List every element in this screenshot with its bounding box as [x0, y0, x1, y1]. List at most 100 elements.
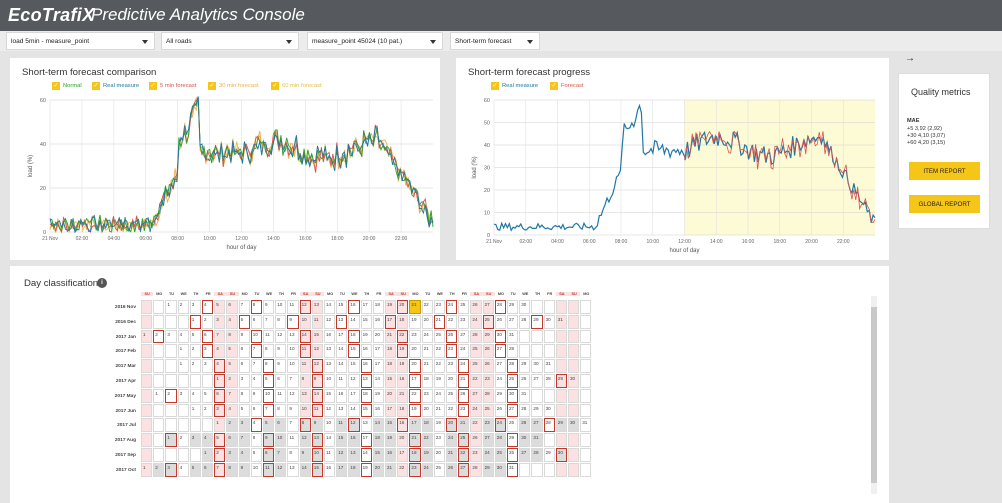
- calendar-day[interactable]: 19: [433, 418, 445, 433]
- calendar-day[interactable]: 25: [433, 462, 445, 477]
- calendar-day[interactable]: 3: [189, 300, 201, 314]
- calendar-day[interactable]: 28: [482, 388, 494, 403]
- calendar-day[interactable]: 21: [458, 374, 470, 388]
- comparison-chart[interactable]: 020406021 Nov 02:00 04:00 06:00 08:00 10:00 12…: [10, 90, 440, 260]
- calendar-day[interactable]: 26: [482, 344, 494, 359]
- calendar-day[interactable]: 4: [226, 403, 238, 418]
- calendar-day[interactable]: 30: [555, 448, 567, 462]
- calendar-day[interactable]: 28: [519, 314, 531, 329]
- calendar-day[interactable]: 20: [421, 403, 433, 418]
- calendar-day[interactable]: 19: [409, 403, 421, 418]
- calendar-day[interactable]: 1: [177, 359, 189, 373]
- calendar-day[interactable]: 9: [287, 403, 299, 418]
- calendar-day[interactable]: 21: [421, 344, 433, 359]
- calendar-day[interactable]: 4: [226, 314, 238, 329]
- calendar-day[interactable]: 22: [470, 374, 482, 388]
- calendar-day[interactable]: 19: [385, 300, 397, 314]
- calendar-day[interactable]: 27: [507, 314, 519, 329]
- global-report-button[interactable]: GLOBAL REPORT: [909, 195, 980, 213]
- calendar-day[interactable]: 7: [226, 388, 238, 403]
- calendar-day[interactable]: 21: [385, 329, 397, 344]
- calendar-day[interactable]: 22: [421, 433, 433, 447]
- calendar-day[interactable]: 29: [519, 359, 531, 373]
- calendar-day[interactable]: 4: [214, 344, 226, 359]
- calendar-day[interactable]: 10: [324, 374, 336, 388]
- calendar-day[interactable]: 8: [299, 418, 311, 433]
- calendar-day[interactable]: 14: [336, 344, 348, 359]
- calendar-day[interactable]: 3: [238, 418, 250, 433]
- calendar-day[interactable]: 2: [189, 359, 201, 373]
- calendar-day[interactable]: 2: [153, 329, 165, 344]
- calendar-day[interactable]: 3: [189, 433, 201, 447]
- calendar-day[interactable]: 2: [177, 433, 189, 447]
- calendar-day[interactable]: 16: [336, 388, 348, 403]
- calendar-day[interactable]: 26: [507, 448, 519, 462]
- calendar-day[interactable]: 24: [482, 448, 494, 462]
- calendar-day[interactable]: 11: [275, 388, 287, 403]
- calendar-day[interactable]: 27: [494, 359, 506, 373]
- calendar-day[interactable]: 8: [226, 329, 238, 344]
- calendar-day[interactable]: 7: [263, 403, 275, 418]
- calendar-day[interactable]: 18: [397, 314, 409, 329]
- calendar-day[interactable]: 11: [311, 403, 323, 418]
- calendar-day[interactable]: 12: [311, 359, 323, 373]
- calendar-day[interactable]: 24: [494, 418, 506, 433]
- calendar-day[interactable]: 13: [324, 344, 336, 359]
- progress-legend-real[interactable]: ✓ Real measure: [491, 82, 538, 90]
- calendar-day[interactable]: 1: [214, 374, 226, 388]
- calendar-day[interactable]: 20: [409, 344, 421, 359]
- calendar-day[interactable]: 29: [507, 433, 519, 447]
- calendar-day[interactable]: 29: [494, 388, 506, 403]
- calendar-day[interactable]: 21: [385, 462, 397, 477]
- road-select[interactable]: All roads: [161, 32, 299, 50]
- calendar-day[interactable]: 29: [543, 448, 555, 462]
- calendar-day[interactable]: 20: [397, 300, 409, 314]
- calendar-day[interactable]: 23: [433, 433, 445, 447]
- calendar-day[interactable]: 24: [494, 374, 506, 388]
- calendar-day[interactable]: 27: [519, 448, 531, 462]
- calendar-day[interactable]: 22: [446, 314, 458, 329]
- comparison-legend-real[interactable]: ✓ Real measure: [92, 82, 139, 90]
- calendar-day[interactable]: 19: [372, 388, 384, 403]
- calendar-day[interactable]: 11: [324, 448, 336, 462]
- calendar-day[interactable]: 1: [153, 388, 165, 403]
- calendar-day[interactable]: 17: [409, 418, 421, 433]
- calendar-day[interactable]: 14: [324, 433, 336, 447]
- calendar-day[interactable]: 8: [263, 359, 275, 373]
- calendar-day[interactable]: 1: [165, 300, 177, 314]
- calendar-day[interactable]: 27: [458, 462, 470, 477]
- calendar-day[interactable]: 17: [385, 403, 397, 418]
- calendar-day[interactable]: 7: [287, 418, 299, 433]
- calendar-day[interactable]: 22: [470, 418, 482, 433]
- calendar-day[interactable]: 13: [299, 388, 311, 403]
- calendar-day[interactable]: 2: [153, 462, 165, 477]
- calendar-scrollbar[interactable]: [871, 296, 877, 494]
- calendar-day[interactable]: 20: [397, 433, 409, 447]
- calendar-day[interactable]: 4: [177, 329, 189, 344]
- calendar-day[interactable]: 17: [397, 448, 409, 462]
- calendar-day[interactable]: 26: [458, 388, 470, 403]
- calendar-day[interactable]: 12: [299, 433, 311, 447]
- calendar-day[interactable]: 6: [226, 433, 238, 447]
- calendar-day[interactable]: 12: [336, 448, 348, 462]
- calendar-day[interactable]: 27: [531, 418, 543, 433]
- comparison-legend-5min[interactable]: ✓ 5 min forecast: [149, 82, 196, 90]
- calendar-day[interactable]: 28: [507, 344, 519, 359]
- calendar-day[interactable]: 3: [214, 314, 226, 329]
- calendar-day[interactable]: 19: [409, 314, 421, 329]
- comparison-legend-60min[interactable]: ✓ 60 min forecast: [271, 82, 322, 90]
- calendar-day[interactable]: 26: [482, 359, 494, 373]
- calendar-day[interactable]: 27: [494, 344, 506, 359]
- calendar-day[interactable]: 15: [385, 374, 397, 388]
- calendar-day[interactable]: 12: [287, 388, 299, 403]
- calendar-day[interactable]: 5: [202, 388, 214, 403]
- calendar-day[interactable]: 4: [202, 300, 214, 314]
- calendar-day[interactable]: 22: [458, 448, 470, 462]
- calendar-day[interactable]: 26: [519, 374, 531, 388]
- calendar-day[interactable]: 30: [568, 374, 580, 388]
- calendar-day[interactable]: 22: [433, 344, 445, 359]
- calendar-day[interactable]: 8: [238, 388, 250, 403]
- calendar-day[interactable]: 24: [458, 344, 470, 359]
- calendar-day[interactable]: 10: [263, 388, 275, 403]
- calendar-day[interactable]: 22: [409, 388, 421, 403]
